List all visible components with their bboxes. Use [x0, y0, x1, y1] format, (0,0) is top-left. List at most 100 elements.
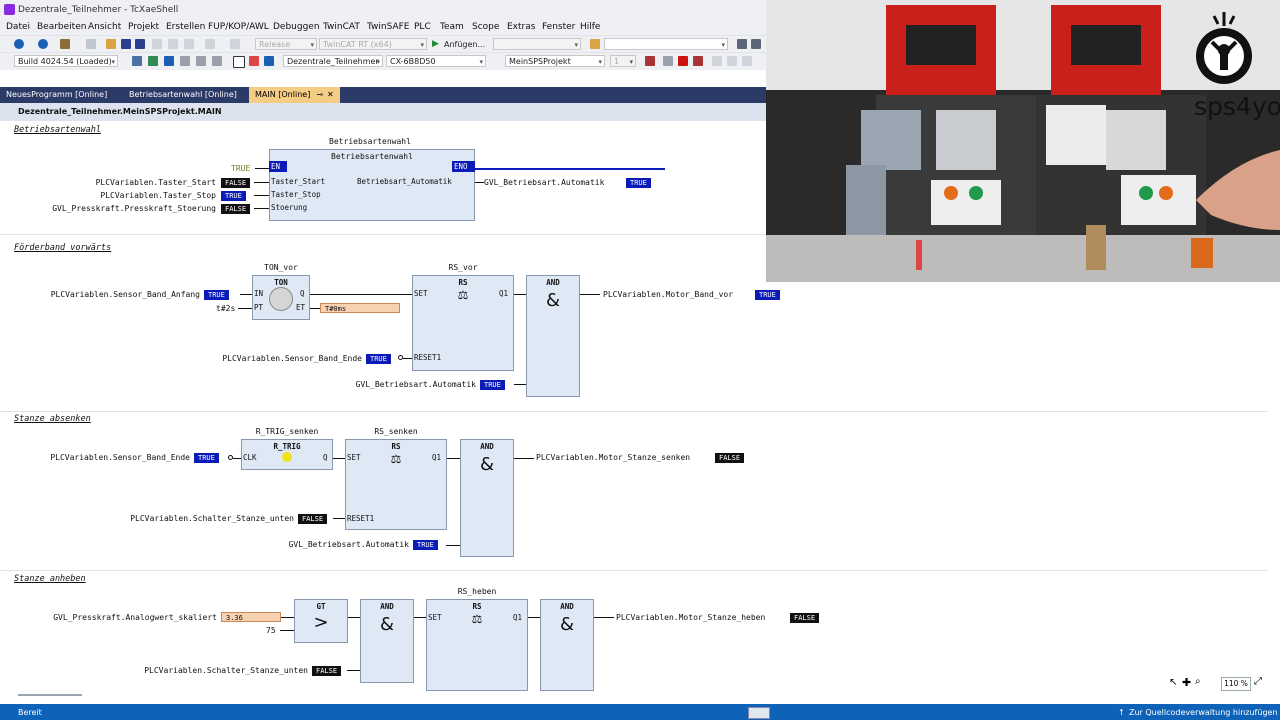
var-presskraft-stoerung: GVL_Presskraft.Presskraft_Stoerung [52, 204, 216, 213]
back-icon[interactable] [14, 39, 24, 49]
plc-project-select[interactable]: MeinSPSProjekt ▾ [505, 55, 605, 67]
pin-in: IN [254, 289, 264, 298]
zoom-tool-icon[interactable]: ⌕ [1195, 676, 1201, 687]
notification-icon[interactable] [748, 707, 770, 719]
logout-icon[interactable] [693, 56, 703, 66]
local-icon[interactable] [233, 56, 245, 68]
attach-button[interactable]: Anfügen... [444, 40, 485, 49]
config-mode-icon[interactable] [164, 56, 174, 66]
save-all-icon[interactable] [135, 39, 145, 49]
tab-neuesprogramm[interactable]: NeuesProgramm [Online] [0, 87, 113, 103]
build-select[interactable]: Build 4024.54 (Loaded) ▾ [14, 55, 118, 67]
task-index-select[interactable]: 1 ▾ [610, 55, 636, 67]
menu-extras[interactable]: Extras [507, 22, 535, 32]
menu-erstellen[interactable]: Erstellen [166, 22, 205, 32]
const-75: 75 [266, 626, 276, 635]
pin-pt: PT [254, 303, 264, 312]
pin-q1: Q1 [513, 613, 523, 622]
copy-icon[interactable] [168, 39, 178, 49]
fb-gt[interactable]: GT > [294, 599, 348, 643]
step-into-icon[interactable] [727, 56, 737, 66]
pan-tool-icon[interactable]: ✚ [1182, 676, 1191, 689]
add-item-icon[interactable] [86, 39, 96, 49]
menu-debuggen[interactable]: Debuggen [273, 22, 320, 32]
menu-fenster[interactable]: Fenster [542, 22, 575, 32]
cut-icon[interactable] [152, 39, 162, 49]
scan-icon[interactable] [180, 56, 190, 66]
source-control-button[interactable]: Zur Quellcodeverwaltung hinzufügen [1129, 708, 1278, 717]
paste-icon[interactable] [184, 39, 194, 49]
value-badge: TRUE [413, 540, 438, 550]
menu-plc[interactable]: PLC [414, 22, 431, 32]
source-control-arrow-icon[interactable]: ↑ [1118, 708, 1125, 717]
step-out-icon[interactable] [742, 56, 752, 66]
value-badge: TRUE [366, 354, 391, 364]
target-system-select[interactable]: Dezentrale_Teilnehmer ▾ [283, 55, 383, 67]
pin-set: SET [414, 289, 428, 298]
menu-bearbeiten[interactable]: Bearbeiten [37, 22, 86, 32]
fb-and-heben-1[interactable]: AND & [360, 599, 414, 683]
wire [514, 294, 526, 295]
connect-icon[interactable] [264, 56, 274, 66]
new-project-icon[interactable] [60, 39, 70, 49]
analog-value-badge: 3.36 [221, 612, 281, 622]
find-icon[interactable] [590, 39, 600, 49]
start-icon[interactable] [663, 56, 673, 66]
title-bar: Dezentrale_Teilnehmer - TcXaeShell [0, 0, 766, 20]
zoom-level[interactable]: 110 % [1221, 677, 1251, 691]
menu-projekt[interactable]: Projekt [128, 22, 159, 32]
tab-main[interactable]: MAIN [Online] ⊸ ✕ [249, 87, 340, 103]
document-tabs: NeuesProgramm [Online] Betriebsartenwahl… [0, 87, 766, 103]
fit-view-icon[interactable]: ⤢ [1254, 676, 1262, 687]
window-icon[interactable] [737, 39, 747, 49]
menu-datei[interactable]: Datei [6, 22, 30, 32]
menu-ansicht[interactable]: Ansicht [88, 22, 121, 32]
edge-icon [282, 452, 292, 462]
wire [414, 617, 426, 618]
horizontal-scrollbar[interactable] [18, 694, 82, 696]
var-sensor-band-ende: PLCVariablen.Sensor_Band_Ende [222, 354, 362, 363]
sps4you-logo-icon [1196, 12, 1252, 84]
var-schalter-stanze-unten: PLCVariablen.Schalter_Stanze_unten [144, 666, 308, 675]
play-icon[interactable]: ▶ [432, 39, 439, 49]
fb-and-senken[interactable]: AND & [460, 439, 514, 557]
step-over-icon[interactable] [712, 56, 722, 66]
forward-icon[interactable] [38, 39, 48, 49]
login-icon[interactable] [645, 56, 655, 66]
pin-icon[interactable]: ⊸ [316, 90, 323, 99]
platform-select[interactable]: TwinCAT RT (x64) ▾ [319, 38, 427, 50]
stop-icon[interactable] [678, 56, 688, 66]
pin-eno: ENO [454, 162, 468, 171]
fb-type-label: AND [380, 602, 394, 611]
save-icon[interactable] [121, 39, 131, 49]
pointer-tool-icon[interactable]: ↖ [1169, 677, 1177, 688]
redo-icon[interactable] [230, 39, 240, 49]
fb-and-vor[interactable]: AND & [526, 275, 580, 397]
show-online-icon[interactable] [212, 56, 222, 66]
and-symbol: & [545, 290, 561, 311]
settings-icon[interactable] [751, 39, 761, 49]
restart-icon[interactable] [148, 56, 158, 66]
menu-twincat[interactable]: TwinCAT [323, 22, 360, 32]
menu-team[interactable]: Team [440, 22, 464, 32]
device-select[interactable]: CX-6B8D50 ▾ [386, 55, 486, 67]
menu-bar: Datei Bearbeiten Ansicht Projekt Erstell… [0, 20, 766, 35]
wire [240, 294, 252, 295]
menu-hilfe[interactable]: Hilfe [580, 22, 600, 32]
tab-betriebsartenwahl[interactable]: Betriebsartenwahl [Online] [123, 87, 243, 103]
open-folder-icon[interactable] [106, 39, 116, 49]
close-icon[interactable]: ✕ [327, 90, 334, 99]
activate-config-icon[interactable] [132, 56, 142, 66]
fb-and-heben-2[interactable]: AND & [540, 599, 594, 691]
toggle-icon[interactable] [196, 56, 206, 66]
search-combo[interactable]: ▾ [604, 38, 728, 50]
timer-icon [269, 287, 293, 311]
disconnect-icon[interactable] [249, 56, 259, 66]
attach-target-select[interactable]: ▾ [493, 38, 581, 50]
menu-fup-kop-awl[interactable]: FUP/KOP/AWL [208, 22, 269, 32]
undo-icon[interactable] [205, 39, 215, 49]
menu-scope[interactable]: Scope [472, 22, 499, 32]
var-taster-start: PLCVariablen.Taster_Start [95, 178, 216, 187]
menu-twinsafe[interactable]: TwinSAFE [367, 22, 409, 32]
config-select[interactable]: Release ▾ [255, 38, 317, 50]
